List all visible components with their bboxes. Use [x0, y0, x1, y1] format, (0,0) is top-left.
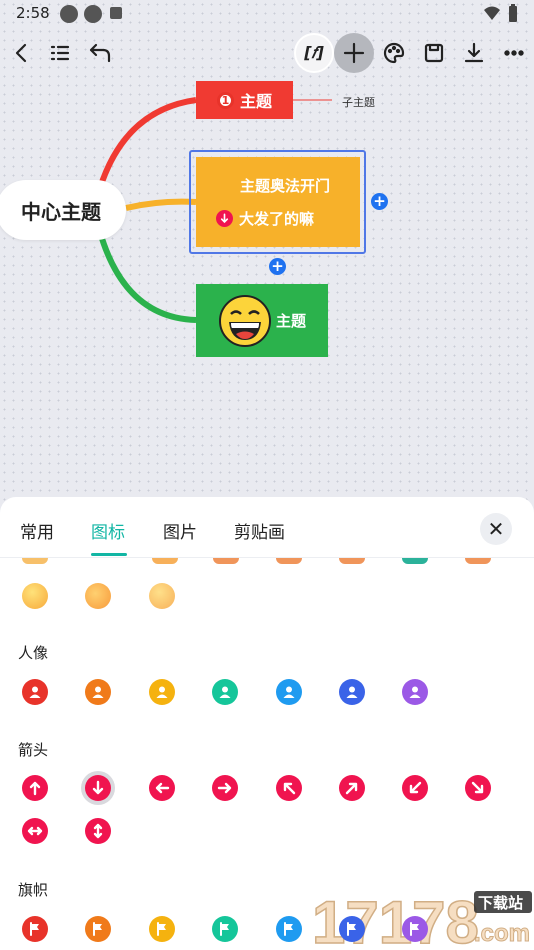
- sheet-divider: [0, 557, 534, 558]
- priority-badge-icon: 1: [216, 91, 234, 109]
- emoji-icon[interactable]: [213, 558, 239, 564]
- person-icon[interactable]: [212, 679, 238, 705]
- flag-icon[interactable]: [85, 916, 111, 942]
- active-tab-indicator: [91, 553, 127, 556]
- flag-icon[interactable]: [22, 916, 48, 942]
- emoji-icon[interactable]: [276, 558, 302, 564]
- section-title-flags: 旗帜: [18, 881, 49, 899]
- svg-text:下载站: 下载站: [478, 894, 523, 912]
- emoji-icon[interactable]: [465, 558, 491, 564]
- flag-icon[interactable]: [149, 916, 175, 942]
- arrow-right-icon[interactable]: [212, 775, 238, 801]
- arrow-up-right-icon[interactable]: [339, 775, 365, 801]
- svg-text:.com: .com: [474, 920, 530, 947]
- tab-icons[interactable]: 图标: [91, 518, 125, 543]
- person-icon[interactable]: [339, 679, 365, 705]
- arrow-down-left-icon[interactable]: [402, 775, 428, 801]
- relieved-emoji-icon[interactable]: [149, 583, 175, 609]
- svg-text:17178: 17178: [312, 889, 479, 950]
- flag-icon[interactable]: [339, 916, 365, 942]
- central-topic-label: 中心主题: [21, 199, 101, 224]
- arrow-up-left-icon[interactable]: [276, 775, 302, 801]
- add-sibling-button[interactable]: +: [269, 258, 286, 275]
- arrow-up-icon[interactable]: [22, 775, 48, 801]
- arrow-down-right-icon[interactable]: [465, 775, 491, 801]
- topic-line-1: 主题奥法开门: [240, 177, 331, 195]
- topic-node-green[interactable]: 主题: [196, 284, 328, 357]
- tab-common[interactable]: 常用: [20, 518, 54, 543]
- person-icon[interactable]: [402, 679, 428, 705]
- tongue-emoji-icon[interactable]: [22, 583, 48, 609]
- subtopic-label[interactable]: 子主题: [342, 94, 375, 110]
- arrow-down-icon: [216, 210, 233, 227]
- emoji-icon[interactable]: [402, 558, 428, 564]
- central-topic-node[interactable]: 中心主题: [0, 180, 126, 240]
- arrow-left-icon[interactable]: [149, 775, 175, 801]
- person-icon[interactable]: [276, 679, 302, 705]
- arrow-down-icon[interactable]: [85, 775, 111, 801]
- laughing-emoji-icon: [218, 294, 271, 347]
- person-icon[interactable]: [85, 679, 111, 705]
- topic-node-yellow[interactable]: 主题奥法开门 大发了的嘛: [196, 157, 360, 247]
- person-icon[interactable]: [22, 679, 48, 705]
- icon-picker-sheet: [0, 497, 534, 950]
- tab-clipart[interactable]: 剪贴画: [234, 518, 285, 543]
- add-child-button[interactable]: +: [371, 193, 388, 210]
- emoji-icon[interactable]: [22, 558, 48, 564]
- flag-icon[interactable]: [276, 916, 302, 942]
- topic-node-red[interactable]: 1 主题: [196, 81, 293, 119]
- topic-line-2: 大发了的嘛: [239, 210, 315, 228]
- arrow-up-down-icon[interactable]: [85, 818, 111, 844]
- emoji-icon[interactable]: [152, 558, 178, 564]
- emoji-icon[interactable]: [339, 558, 365, 564]
- section-title-people: 人像: [18, 644, 49, 662]
- flag-icon[interactable]: [402, 916, 428, 942]
- tab-images[interactable]: 图片: [163, 518, 197, 543]
- flag-icon[interactable]: [212, 916, 238, 942]
- topic-label: 主题: [275, 312, 306, 330]
- section-title-arrows: 箭头: [18, 741, 49, 759]
- arrow-left-right-icon[interactable]: [22, 818, 48, 844]
- party-emoji-icon[interactable]: [85, 583, 111, 609]
- close-button[interactable]: ✕: [480, 513, 512, 545]
- topic-label: 主题: [239, 92, 272, 111]
- person-icon[interactable]: [149, 679, 175, 705]
